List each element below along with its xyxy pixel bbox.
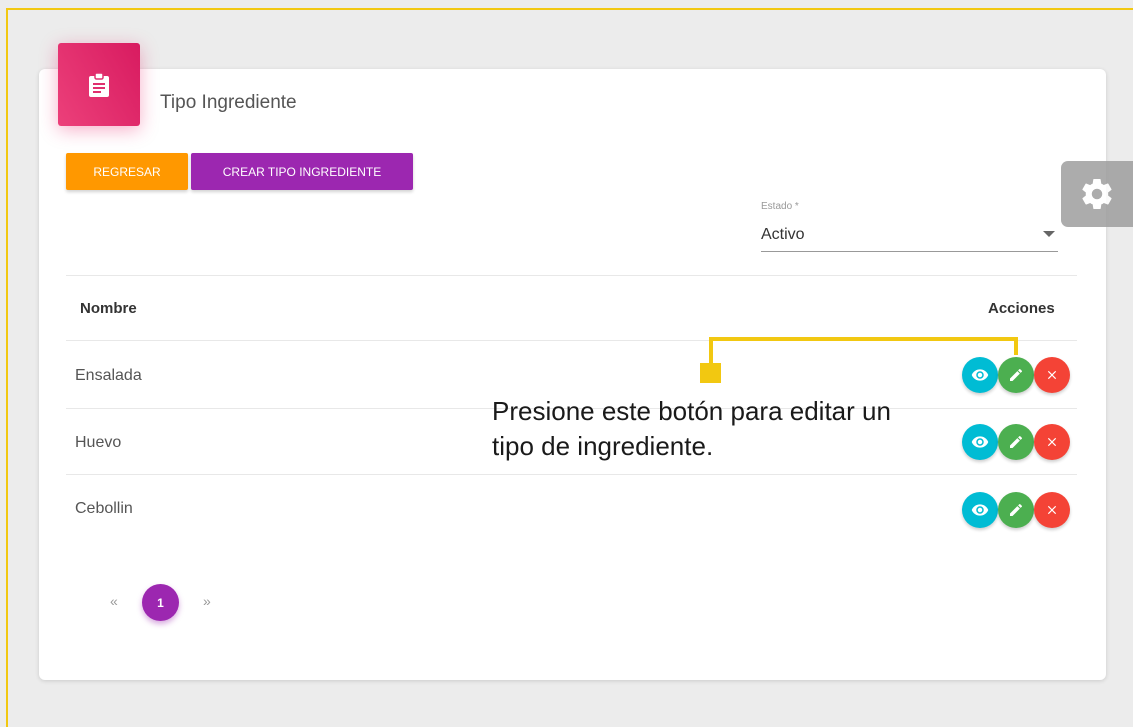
card-header-badge xyxy=(58,43,140,126)
pencil-icon xyxy=(1010,503,1023,516)
edit-button[interactable] xyxy=(998,357,1034,393)
clipboard-icon xyxy=(89,71,109,97)
close-icon xyxy=(1047,370,1057,380)
status-select-label: Estado * xyxy=(761,201,799,212)
callout-connector xyxy=(709,337,1017,341)
table-row-name: Ensalada xyxy=(75,367,142,384)
delete-button[interactable] xyxy=(1034,492,1070,528)
pencil-icon xyxy=(1010,368,1023,381)
column-header-name: Nombre xyxy=(80,300,137,317)
back-button[interactable]: REGRESAR xyxy=(66,153,188,190)
callout-marker xyxy=(700,363,721,383)
pagination-next[interactable]: » xyxy=(203,593,211,609)
eye-icon xyxy=(971,504,989,516)
table-divider xyxy=(66,474,1077,475)
eye-icon xyxy=(971,369,989,381)
view-button[interactable] xyxy=(962,492,998,528)
caret-down-icon[interactable] xyxy=(1043,231,1055,237)
eye-icon xyxy=(971,436,989,448)
pencil-icon xyxy=(1010,435,1023,448)
pagination-prev[interactable]: « xyxy=(110,593,118,609)
edit-button[interactable] xyxy=(998,492,1034,528)
edit-button[interactable] xyxy=(998,424,1034,460)
status-select-value[interactable]: Activo xyxy=(761,226,805,244)
page-title: Tipo Ingrediente xyxy=(160,92,297,113)
view-button[interactable] xyxy=(962,357,998,393)
close-icon xyxy=(1047,437,1057,447)
gear-icon xyxy=(1082,179,1112,210)
delete-button[interactable] xyxy=(1034,357,1070,393)
callout-text: Presione este botón para editar un tipo … xyxy=(492,396,891,461)
delete-button[interactable] xyxy=(1034,424,1070,460)
column-header-actions: Acciones xyxy=(988,300,1055,317)
table-row-name: Cebollin xyxy=(75,500,133,517)
pagination-page-1[interactable]: 1 xyxy=(142,584,179,621)
select-underline xyxy=(761,251,1058,252)
create-ingredient-type-button[interactable]: CREAR TIPO INGREDIENTE xyxy=(191,153,413,190)
settings-tab[interactable] xyxy=(1061,161,1133,227)
divider xyxy=(66,275,1077,276)
table-row-name: Huevo xyxy=(75,434,122,451)
view-button[interactable] xyxy=(962,424,998,460)
callout-connector xyxy=(1014,337,1018,355)
close-icon xyxy=(1047,505,1057,515)
